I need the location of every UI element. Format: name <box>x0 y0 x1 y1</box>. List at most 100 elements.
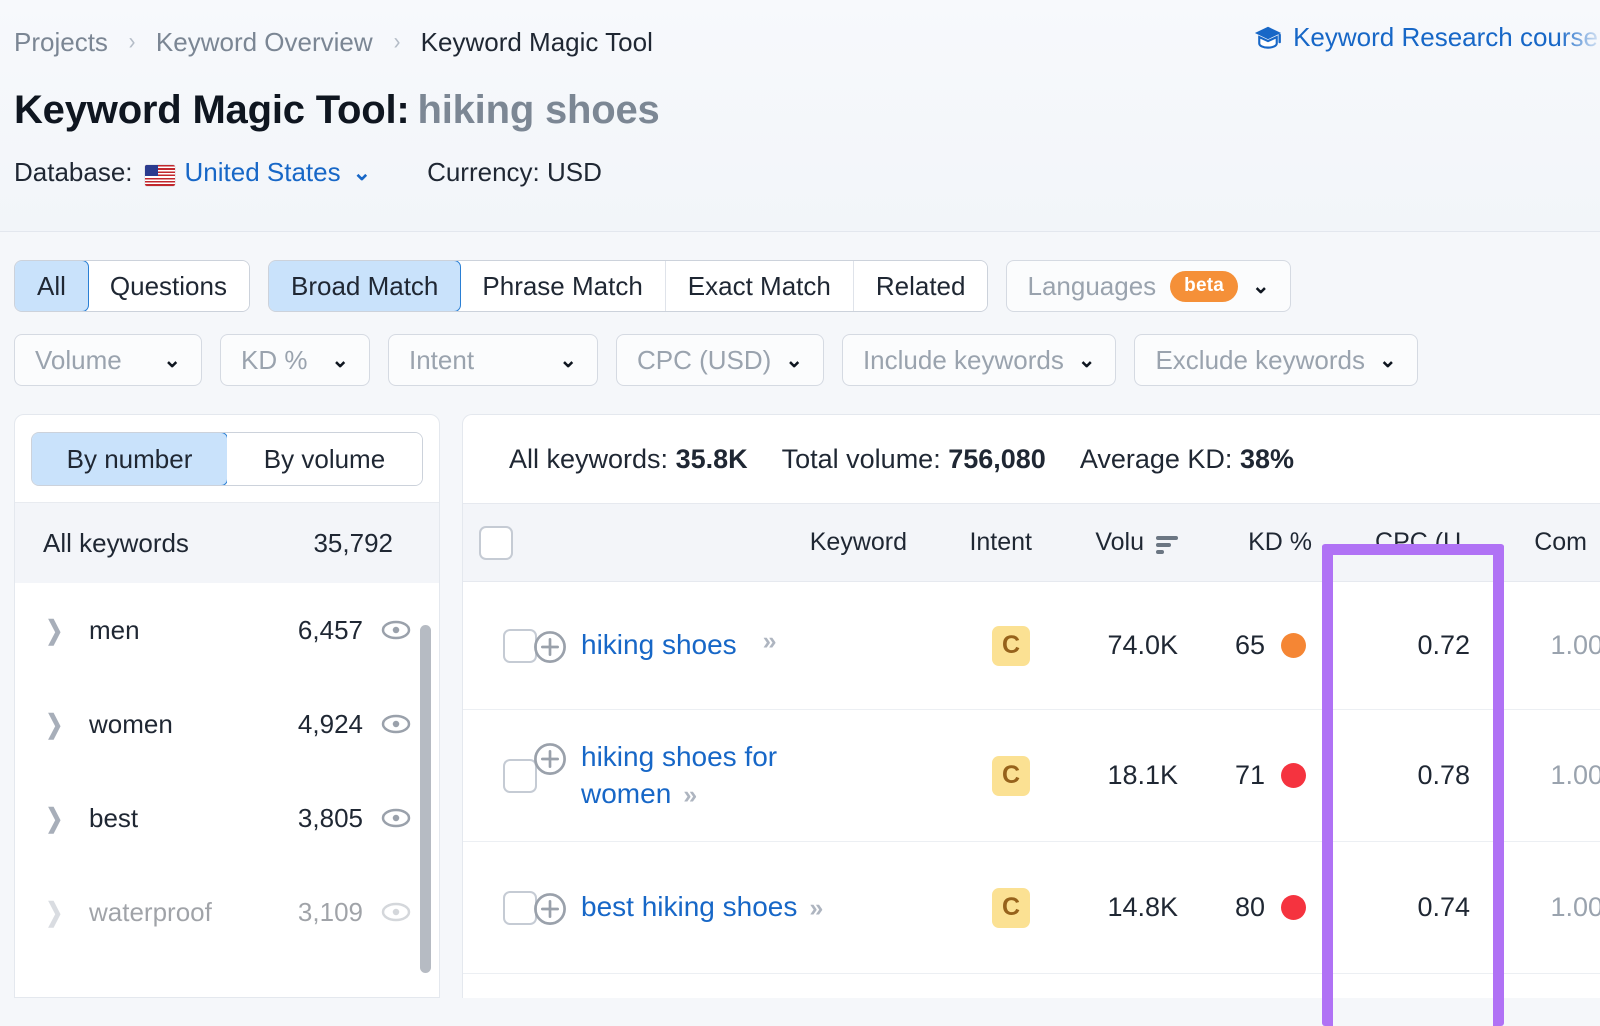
intent-badge[interactable]: C <box>992 626 1030 666</box>
keyword-cell: hiking shoes for women» <box>533 710 923 842</box>
select-all-checkbox[interactable] <box>479 526 513 560</box>
chevron-down-icon[interactable]: ⌄ <box>353 160 371 186</box>
chevron-right-icon[interactable]: ❯ <box>46 897 67 928</box>
column-header-keyword[interactable]: Keyword <box>533 504 923 582</box>
beta-badge: beta <box>1170 271 1238 302</box>
chevron-right-icon[interactable]: ❯ <box>46 709 67 740</box>
keyword-cell: hiking shoes » <box>533 582 923 710</box>
keyword-link[interactable]: hiking shoes <box>581 627 737 664</box>
sidebar-all-keywords-label: All keywords <box>43 528 313 559</box>
table-row[interactable]: hiking shoes for women» C 18.1K 71 <box>463 710 1600 842</box>
table-body: hiking shoes » C 74.0K 65 0.72 <box>463 582 1600 974</box>
tab-broad-match[interactable]: Broad Match <box>268 260 461 312</box>
intent-filter[interactable]: Intent ⌄ <box>388 334 598 386</box>
eye-icon[interactable] <box>381 709 411 739</box>
eye-icon[interactable] <box>381 615 411 645</box>
database-value[interactable]: United States <box>185 157 341 188</box>
exclude-keywords-label: Exclude keywords <box>1155 345 1365 376</box>
row-select-cell <box>463 842 533 974</box>
volume-cell: 74.0K <box>1048 582 1196 710</box>
page-title: Keyword Magic Tool:hiking shoes <box>14 88 1600 133</box>
stat-total-volume: Total volume: 756,080 <box>782 444 1046 475</box>
chevron-down-icon: ⌄ <box>1078 348 1096 373</box>
kd-cell: 71 <box>1196 710 1328 842</box>
kd-value: 80 <box>1235 892 1265 923</box>
eye-icon[interactable] <box>381 897 411 927</box>
sidebar-scrollbar[interactable] <box>420 625 431 973</box>
breadcrumb-item-keyword-magic-tool[interactable]: Keyword Magic Tool <box>421 27 653 58</box>
sidebar-item-all-keywords[interactable]: All keywords 35,792 <box>15 503 439 583</box>
stat-all-keywords: All keywords: 35.8K <box>509 444 748 475</box>
intent-badge[interactable]: C <box>992 756 1030 796</box>
keyword-type-group: All Questions <box>14 260 250 312</box>
keyword-table-panel: All keywords: 35.8K Total volume: 756,08… <box>462 414 1600 998</box>
table-row[interactable]: hiking shoes » C 74.0K 65 0.72 <box>463 582 1600 710</box>
tab-all[interactable]: All <box>14 260 89 312</box>
column-header-volume[interactable]: Volu <box>1048 504 1196 582</box>
volume-filter[interactable]: Volume ⌄ <box>14 334 202 386</box>
expand-keyword-icon[interactable]: » <box>763 627 775 656</box>
keyword-link[interactable]: best hiking shoes <box>581 891 797 922</box>
course-link-label: Keyword Research course <box>1293 22 1598 53</box>
chevron-down-icon: ⌄ <box>331 348 349 373</box>
sidebar-item-count: 4,924 <box>298 709 363 740</box>
sidebar-item-men[interactable]: ❯ men 6,457 <box>15 583 439 677</box>
sidebar-item-waterproof[interactable]: ❯ waterproof 3,109 <box>15 865 439 959</box>
cpc-cell: 0.78 <box>1328 710 1498 842</box>
sidebar-item-women[interactable]: ❯ women 4,924 <box>15 677 439 771</box>
sidebar-item-label: men <box>89 615 298 646</box>
table-row[interactable]: best hiking shoes» C 14.8K 80 <box>463 842 1600 974</box>
kd-status-dot <box>1281 895 1306 920</box>
breadcrumb-item-keyword-overview[interactable]: Keyword Overview <box>156 27 373 58</box>
column-header-volume-label: Volu <box>1095 528 1144 557</box>
keyword-table: Keyword Intent Volu KD % CP <box>463 503 1600 974</box>
table-header-row: Keyword Intent Volu KD % CP <box>463 504 1600 582</box>
column-header-kd[interactable]: KD % <box>1196 504 1328 582</box>
column-header-cpc[interactable]: CPC (U... <box>1328 504 1498 582</box>
row-checkbox[interactable] <box>503 891 537 925</box>
kd-value: 65 <box>1235 630 1265 661</box>
column-header-competition[interactable]: Com <box>1498 504 1600 582</box>
breadcrumb-item-projects[interactable]: Projects <box>14 27 108 58</box>
tab-exact-match[interactable]: Exact Match <box>666 261 854 311</box>
cpc-filter[interactable]: CPC (USD) ⌄ <box>616 334 824 386</box>
plus-circle-icon[interactable] <box>533 742 567 776</box>
sidebar-item-count: 3,109 <box>298 897 363 928</box>
sidebar-group-list: All keywords 35,792 ❯ men 6,457 ❯ women … <box>15 502 439 959</box>
expand-keyword-icon[interactable]: » <box>809 894 821 922</box>
eye-icon[interactable] <box>381 803 411 833</box>
sidebar-all-keywords-count: 35,792 <box>313 528 393 559</box>
row-checkbox[interactable] <box>503 759 537 793</box>
kd-filter-label: KD % <box>241 345 307 376</box>
toggle-by-volume[interactable]: By volume <box>227 433 422 485</box>
tab-related[interactable]: Related <box>854 261 988 311</box>
chevron-right-icon[interactable]: ❯ <box>46 803 67 834</box>
sidebar-item-best[interactable]: ❯ best 3,805 <box>15 771 439 865</box>
include-keywords-filter[interactable]: Include keywords ⌄ <box>842 334 1117 386</box>
toggle-by-number[interactable]: By number <box>31 432 228 486</box>
column-header-intent[interactable]: Intent <box>923 504 1048 582</box>
breadcrumb-separator-icon: › <box>112 30 153 54</box>
sidebar-item-count: 6,457 <box>298 615 363 646</box>
expand-keyword-icon[interactable]: » <box>683 781 695 809</box>
intent-cell: C <box>923 582 1048 710</box>
sort-descending-icon[interactable] <box>1154 532 1180 554</box>
tab-questions[interactable]: Questions <box>88 261 249 311</box>
page-title-query: hiking shoes <box>417 88 659 132</box>
plus-circle-icon[interactable] <box>533 892 567 926</box>
intent-badge[interactable]: C <box>992 888 1030 928</box>
keyword-groups-sidebar: By number By volume All keywords 35,792 … <box>14 414 440 998</box>
plus-circle-icon[interactable] <box>533 630 567 664</box>
database-label: Database: <box>14 157 133 188</box>
keyword-link[interactable]: hiking shoes for women <box>581 741 777 809</box>
row-checkbox[interactable] <box>503 629 537 663</box>
filter-dropdowns-row: Volume ⌄ KD % ⌄ Intent ⌄ CPC (USD) ⌄ Inc… <box>14 334 1600 386</box>
exclude-keywords-filter[interactable]: Exclude keywords ⌄ <box>1134 334 1417 386</box>
page-header: Projects › Keyword Overview › Keyword Ma… <box>0 0 1600 232</box>
languages-dropdown[interactable]: Languages beta ⌄ <box>1006 260 1290 312</box>
kd-filter[interactable]: KD % ⌄ <box>220 334 370 386</box>
competition-cell: 1.00 <box>1498 582 1600 710</box>
tab-phrase-match[interactable]: Phrase Match <box>460 261 665 311</box>
chevron-right-icon[interactable]: ❯ <box>46 615 67 646</box>
keyword-research-course-link[interactable]: Keyword Research course <box>1253 22 1600 53</box>
